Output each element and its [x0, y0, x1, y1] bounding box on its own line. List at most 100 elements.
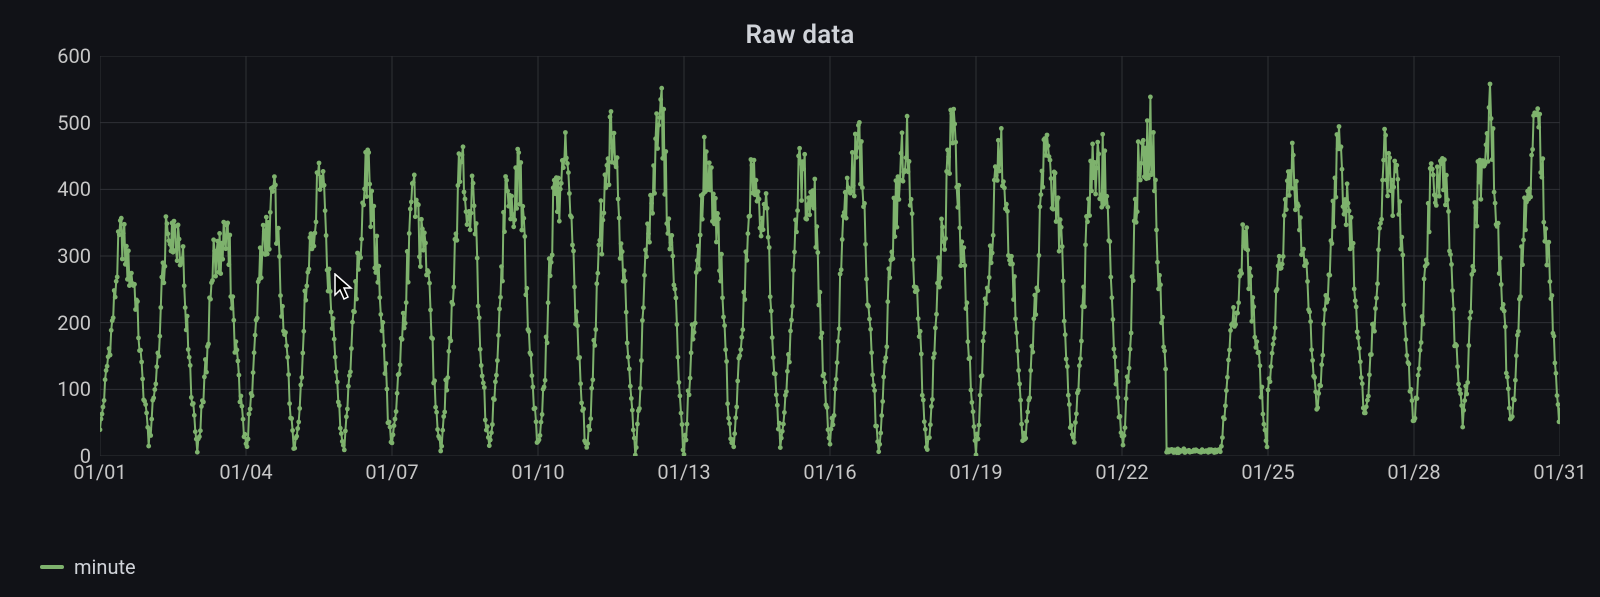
series-point	[1296, 204, 1301, 209]
series-point	[157, 334, 162, 339]
series-point	[682, 452, 687, 456]
series-point	[1499, 282, 1504, 287]
series-point	[946, 154, 951, 159]
series-point	[268, 210, 273, 215]
series-point	[1446, 209, 1451, 214]
series-point	[1485, 131, 1490, 136]
series-point	[657, 115, 662, 120]
series-point	[480, 374, 485, 379]
series-point	[488, 438, 493, 443]
series-point	[1246, 286, 1251, 291]
series-point	[406, 280, 411, 285]
series-point	[350, 320, 355, 325]
series-point	[133, 307, 138, 312]
series-point	[1124, 396, 1129, 401]
series-point	[951, 107, 956, 112]
chart-area[interactable]: 0100200300400500600 01/0101/0401/0701/10…	[40, 56, 1580, 496]
series-point	[1425, 261, 1430, 266]
series-point	[836, 339, 841, 344]
series-point	[691, 337, 696, 342]
series-point	[524, 286, 529, 291]
series-point	[1397, 199, 1402, 204]
series-point	[329, 310, 334, 315]
series-point	[1281, 254, 1286, 259]
series-point	[1107, 239, 1112, 244]
series-point	[473, 232, 478, 237]
series-point	[539, 420, 544, 425]
series-point	[551, 185, 556, 190]
series-point	[1546, 240, 1551, 245]
series-point	[688, 376, 693, 381]
series-point	[654, 111, 659, 116]
series-point	[625, 341, 630, 346]
series-point	[251, 370, 256, 375]
series-point	[1434, 203, 1439, 208]
series-point	[108, 353, 113, 358]
series-point	[1009, 254, 1014, 259]
series-point	[680, 422, 685, 427]
series-point	[1004, 202, 1009, 207]
series-point	[1318, 383, 1323, 388]
series-point	[839, 267, 844, 272]
series-point	[1082, 304, 1087, 309]
series-point	[678, 394, 683, 399]
series-point	[569, 215, 574, 220]
series-point	[466, 215, 471, 220]
series-point	[380, 328, 385, 333]
series-point	[909, 197, 914, 202]
series-point	[135, 299, 140, 304]
legend[interactable]: minute	[40, 555, 136, 579]
series-point	[113, 295, 118, 300]
series-point	[984, 301, 989, 306]
series-point	[1538, 170, 1543, 175]
series-point	[1519, 244, 1524, 249]
series-point	[1422, 277, 1427, 282]
series-point	[1473, 205, 1478, 210]
series-point	[1337, 124, 1342, 129]
series-point	[807, 212, 812, 217]
series-point	[498, 295, 503, 300]
series-point	[146, 444, 151, 449]
series-point	[265, 252, 270, 257]
series-point	[120, 257, 125, 262]
series-point	[1126, 379, 1131, 384]
series-point	[334, 369, 339, 374]
series-point	[1115, 369, 1120, 374]
series-point	[1520, 262, 1525, 267]
series-point	[844, 216, 849, 221]
x-axis: 01/0101/0401/0701/1001/1301/1601/1901/22…	[100, 460, 1560, 490]
series-point	[1535, 106, 1540, 111]
series-point	[149, 417, 154, 422]
series-point	[1271, 342, 1276, 347]
series-point	[1381, 158, 1386, 163]
series-point	[460, 153, 465, 158]
series-point	[692, 330, 697, 335]
series-point	[1335, 132, 1340, 137]
series-point	[1125, 374, 1130, 379]
series-point	[307, 267, 312, 272]
series-point	[779, 436, 784, 441]
series-point	[968, 356, 973, 361]
series-point	[183, 305, 188, 310]
series-point	[1312, 375, 1317, 380]
series-point	[618, 256, 623, 261]
series-point	[723, 347, 728, 352]
series-point	[637, 406, 642, 411]
series-point	[770, 335, 775, 340]
series-point	[1136, 139, 1141, 144]
series-point	[553, 191, 558, 196]
series-point	[132, 282, 137, 287]
series-point	[1288, 169, 1293, 174]
series-point	[987, 275, 992, 280]
series-point	[1153, 178, 1158, 183]
series-point	[1133, 197, 1138, 202]
series-point	[806, 195, 811, 200]
series-point	[936, 255, 941, 260]
chart-plot[interactable]	[100, 56, 1560, 456]
series-point	[788, 329, 793, 334]
series-point	[1516, 329, 1521, 334]
series-point	[275, 240, 280, 245]
series-point	[514, 206, 519, 211]
series-point	[1240, 222, 1245, 227]
series-point	[1327, 273, 1332, 278]
